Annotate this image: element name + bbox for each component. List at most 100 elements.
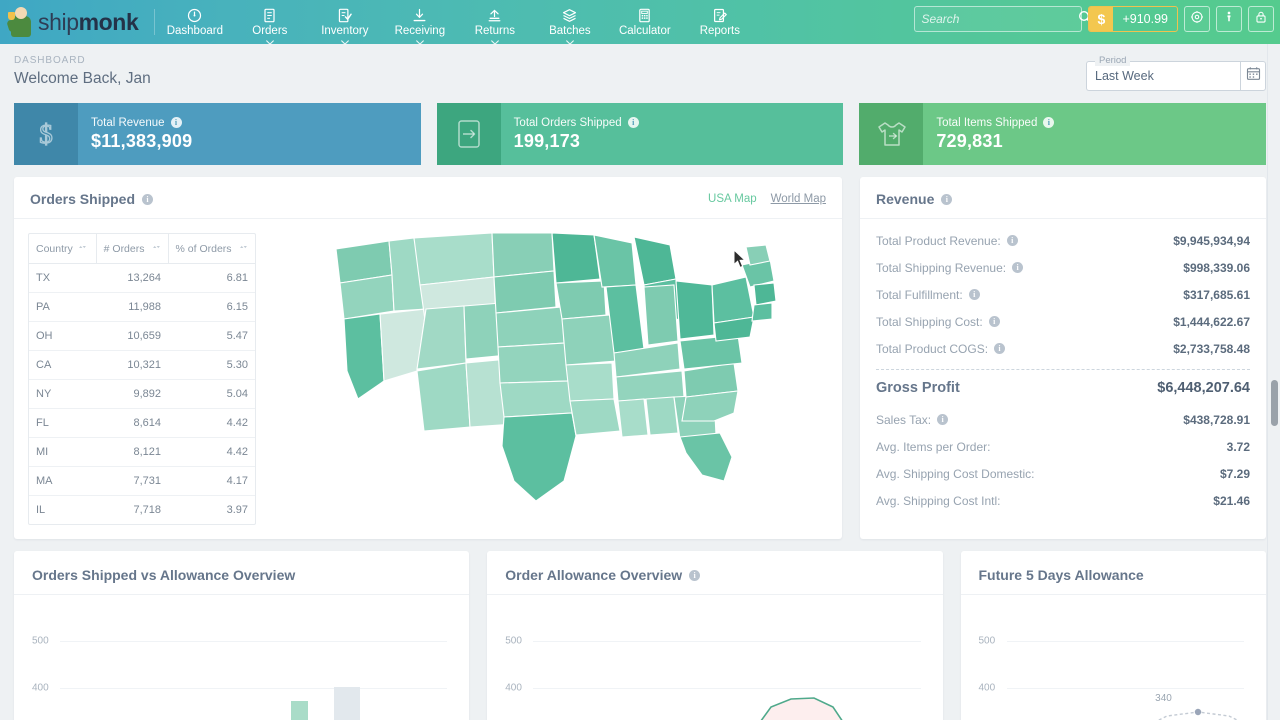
orders-shipped-title: Orders Shipped: [30, 191, 135, 207]
info-icon[interactable]: i: [1007, 235, 1018, 246]
cell-orders: 10,321: [96, 351, 168, 380]
info-icon[interactable]: i: [937, 414, 948, 425]
kpi-title: Total Revenue: [91, 117, 165, 129]
search-input[interactable]: [921, 12, 1078, 26]
nav-item-receiving[interactable]: Receiving: [382, 0, 457, 44]
nav-item-label: Batches: [549, 25, 591, 37]
table-header-country[interactable]: Country: [29, 234, 96, 264]
table-row[interactable]: MA7,7314.17: [29, 467, 255, 496]
kpi-value: $11,383,909: [91, 131, 421, 152]
info-icon[interactable]: i: [689, 570, 700, 581]
nav-item-reports[interactable]: Reports: [682, 0, 757, 44]
nav-item-inventory[interactable]: Inventory: [307, 0, 382, 44]
table-row[interactable]: TX13,2646.81: [29, 264, 255, 293]
orders-vs-allowance-header: Orders Shipped vs Allowance Overview: [14, 551, 469, 595]
kpi-title: Total Orders Shipped: [514, 117, 622, 129]
table-row[interactable]: IL7,7183.97: [29, 496, 255, 525]
revenue-title: Revenue: [876, 191, 934, 207]
reports-icon: [712, 8, 727, 23]
revenue-row-label-group: Total Shipping Revenue:i: [876, 261, 1023, 275]
revenue-row-label-group: Avg. Shipping Cost Intl:: [876, 494, 1001, 508]
table-row[interactable]: FL8,6144.42: [29, 409, 255, 438]
sort-icon[interactable]: [78, 242, 87, 255]
order-box-icon: [437, 103, 501, 165]
info-icon[interactable]: i: [142, 194, 153, 205]
info-icon[interactable]: i: [989, 316, 1000, 327]
shipmonk-logo[interactable]: shipmonk: [8, 0, 152, 44]
usa-map[interactable]: [256, 219, 842, 532]
credit-balance[interactable]: $ +910.99: [1088, 6, 1178, 32]
account-info-button[interactable]: [1216, 6, 1242, 32]
chevron-down-icon[interactable]: [340, 40, 349, 45]
sort-icon[interactable]: [239, 242, 248, 255]
nav-item-dashboard[interactable]: Dashboard: [157, 0, 232, 44]
cell-orders: 7,718: [96, 496, 168, 525]
info-icon[interactable]: i: [994, 343, 1005, 354]
table-row[interactable]: MI8,1214.42: [29, 438, 255, 467]
table-row[interactable]: NY9,8925.04: [29, 380, 255, 409]
settings-button[interactable]: [1184, 6, 1210, 32]
gear-icon: [1190, 10, 1204, 29]
info-icon[interactable]: i: [628, 117, 639, 128]
cell-percent: 4.42: [168, 438, 255, 467]
period-field[interactable]: Period Last Week: [1086, 61, 1240, 91]
revenue-row-value: 3.72: [1227, 440, 1250, 454]
nav-item-label: Receiving: [395, 25, 446, 37]
revenue-row-value: $1,444,622.67: [1173, 315, 1250, 329]
revenue-row-value: $998,339.06: [1183, 261, 1250, 275]
table-header-of-orders[interactable]: % of Orders: [168, 234, 255, 264]
table-row[interactable]: PA11,9886.15: [29, 293, 255, 322]
search-box[interactable]: [914, 6, 1082, 32]
y-tick: 400: [505, 683, 522, 694]
nav-item-returns[interactable]: Returns: [457, 0, 532, 44]
sort-icon[interactable]: [152, 242, 161, 255]
map-link-usa-map[interactable]: USA Map: [708, 193, 757, 205]
table-row[interactable]: CA10,3215.30: [29, 351, 255, 380]
chevron-down-icon[interactable]: [490, 40, 499, 45]
nav-item-calculator[interactable]: Calculator: [607, 0, 682, 44]
cell-orders: 11,988: [96, 293, 168, 322]
map-link-world-map[interactable]: World Map: [771, 193, 826, 205]
future-allowance-chart-card: Future 5 Days Allowance 500 400 340: [961, 551, 1267, 720]
logo-ship-text: ship: [38, 9, 79, 35]
lock-button[interactable]: [1248, 6, 1274, 32]
cell-orders: 7,731: [96, 467, 168, 496]
cell-orders: 8,121: [96, 438, 168, 467]
monk-mascot-icon: [8, 7, 34, 37]
cell-country: MI: [29, 438, 96, 467]
table-header-label: Country: [36, 243, 73, 255]
nav-item-batches[interactable]: Batches: [532, 0, 607, 44]
cell-percent: 5.47: [168, 322, 255, 351]
period-value: Last Week: [1095, 69, 1154, 83]
kpi-title: Total Items Shipped: [936, 117, 1037, 129]
nav-item-label: Reports: [700, 25, 740, 37]
calendar-button[interactable]: [1240, 61, 1266, 91]
dashboard-icon: [187, 8, 202, 23]
inventory-icon: [337, 8, 352, 23]
period-selector[interactable]: Period Last Week: [1086, 61, 1266, 91]
revenue-row: Avg. Items per Order: 3.72: [876, 433, 1250, 460]
nav-item-orders[interactable]: Orders: [232, 0, 307, 44]
cell-country: NY: [29, 380, 96, 409]
table-row[interactable]: OH10,6595.47: [29, 322, 255, 351]
revenue-title-group: Revenue i: [876, 191, 952, 207]
info-icon[interactable]: i: [969, 289, 980, 300]
table-header-orders[interactable]: # Orders: [96, 234, 168, 264]
revenue-row-label-group: Total Fulfillment:i: [876, 288, 980, 302]
info-icon[interactable]: i: [941, 194, 952, 205]
info-icon[interactable]: i: [1012, 262, 1023, 273]
scrollbar-thumb[interactable]: [1271, 380, 1278, 426]
info-icon[interactable]: i: [1043, 117, 1054, 128]
chevron-down-icon[interactable]: [265, 40, 274, 45]
revenue-row-label: Avg. Items per Order:: [876, 440, 991, 454]
info-icon[interactable]: i: [171, 117, 182, 128]
cell-country: IL: [29, 496, 96, 525]
revenue-row: Total Product Revenue:i$9,945,934,94: [876, 227, 1250, 254]
svg-text:$: $: [39, 119, 53, 149]
chevron-down-icon[interactable]: [415, 40, 424, 45]
revenue-row-label-group: Avg. Items per Order:: [876, 440, 991, 454]
vertical-scrollbar[interactable]: [1267, 44, 1280, 720]
nav-divider: [154, 9, 155, 35]
revenue-row: Total Product COGS:i$2,733,758.48: [876, 335, 1250, 362]
chevron-down-icon[interactable]: [565, 40, 574, 45]
